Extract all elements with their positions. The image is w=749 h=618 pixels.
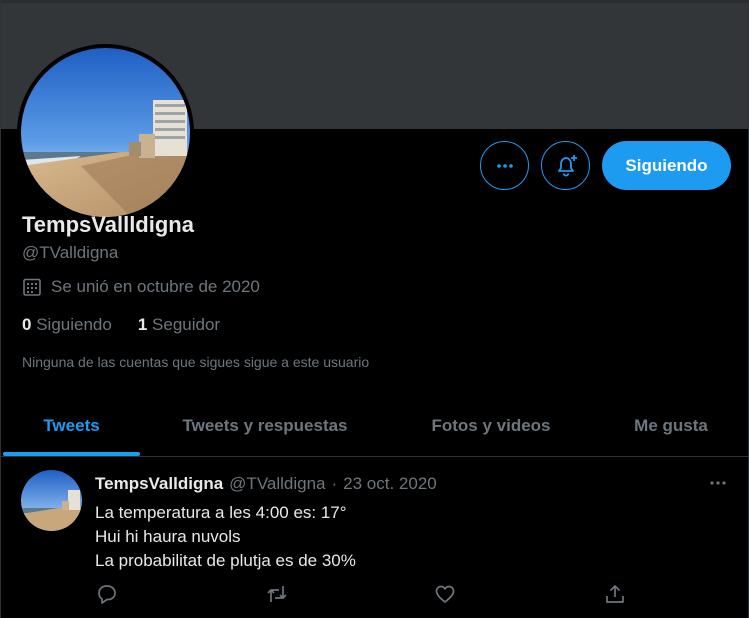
tab-tweets[interactable]: Tweets: [3, 395, 140, 456]
followers-count: 1: [137, 315, 148, 334]
more-icon: [710, 481, 726, 485]
profile-avatar[interactable]: [17, 44, 194, 221]
reply-button[interactable]: [95, 582, 119, 606]
following-button[interactable]: Siguiendo: [602, 141, 731, 190]
follow-stats: 0 Siguiendo 1 Seguidor: [22, 315, 220, 335]
tweet-line: Hui hi haura nuvols: [95, 527, 241, 546]
tweet-avatar[interactable]: [21, 470, 82, 531]
top-divider: [0, 0, 749, 3]
followers-label: Seguidor: [152, 315, 221, 334]
following-label: Siguiendo: [36, 315, 112, 334]
tweet-author-handle[interactable]: @TValldigna: [229, 474, 325, 494]
tab-likes[interactable]: Me gusta: [610, 395, 732, 456]
retweet-button[interactable]: [265, 582, 289, 606]
like-icon: [435, 585, 455, 603]
tab-tweets-and-replies[interactable]: Tweets y respuestas: [160, 395, 370, 456]
share-button[interactable]: [603, 582, 627, 606]
tweet-avatar-photo: [21, 470, 82, 531]
tweet-separator: ·: [331, 474, 338, 493]
tweet-text: La temperatura a les 4:00 es: 17° Hui hi…: [95, 501, 356, 573]
profile-display-name: TempsVallldigna: [22, 212, 194, 237]
joined-date: Se unió en octubre de 2020: [22, 277, 260, 297]
tweet-more-button[interactable]: [707, 472, 729, 499]
tweet[interactable]: TempsValldigna @TValldigna · 23 oct. 202…: [0, 458, 749, 618]
following-count: 0: [22, 315, 32, 334]
tweet-actions: [95, 582, 635, 606]
mutual-followers-note: Ninguna de las cuentas que sigues sigue …: [22, 354, 370, 370]
share-icon: [606, 585, 624, 603]
tweet-line: La temperatura a les 4:00 es: 17°: [95, 503, 347, 522]
tweet-header: TempsValldigna @TValldigna · 23 oct. 202…: [95, 474, 437, 494]
calendar-icon: [23, 278, 41, 296]
tweet-author-name[interactable]: TempsValldigna: [95, 474, 223, 494]
notify-button[interactable]: [541, 141, 590, 190]
more-icon: [496, 163, 513, 168]
avatar-photo: [21, 48, 190, 217]
tweet-date[interactable]: 23 oct. 2020: [343, 474, 437, 494]
tweet-line: La probabilitat de plutja es de 30%: [95, 551, 356, 570]
profile-handle: @TValldigna: [22, 243, 119, 262]
more-button[interactable]: [480, 141, 529, 190]
joined-text: Se unió en octubre de 2020: [51, 277, 260, 296]
following-link[interactable]: 0 Siguiendo: [22, 315, 112, 335]
tab-photos-and-videos[interactable]: Fotos y videos: [405, 395, 577, 456]
followers-link[interactable]: 1 Seguidor: [138, 315, 220, 335]
active-tab-indicator: [3, 452, 140, 456]
like-button[interactable]: [433, 582, 457, 606]
profile-tabs: Tweets Tweets y respuestas Fotos y video…: [0, 395, 749, 457]
bell-plus-icon: [557, 154, 577, 177]
reply-icon: [98, 585, 116, 604]
retweet-icon: [267, 586, 287, 602]
